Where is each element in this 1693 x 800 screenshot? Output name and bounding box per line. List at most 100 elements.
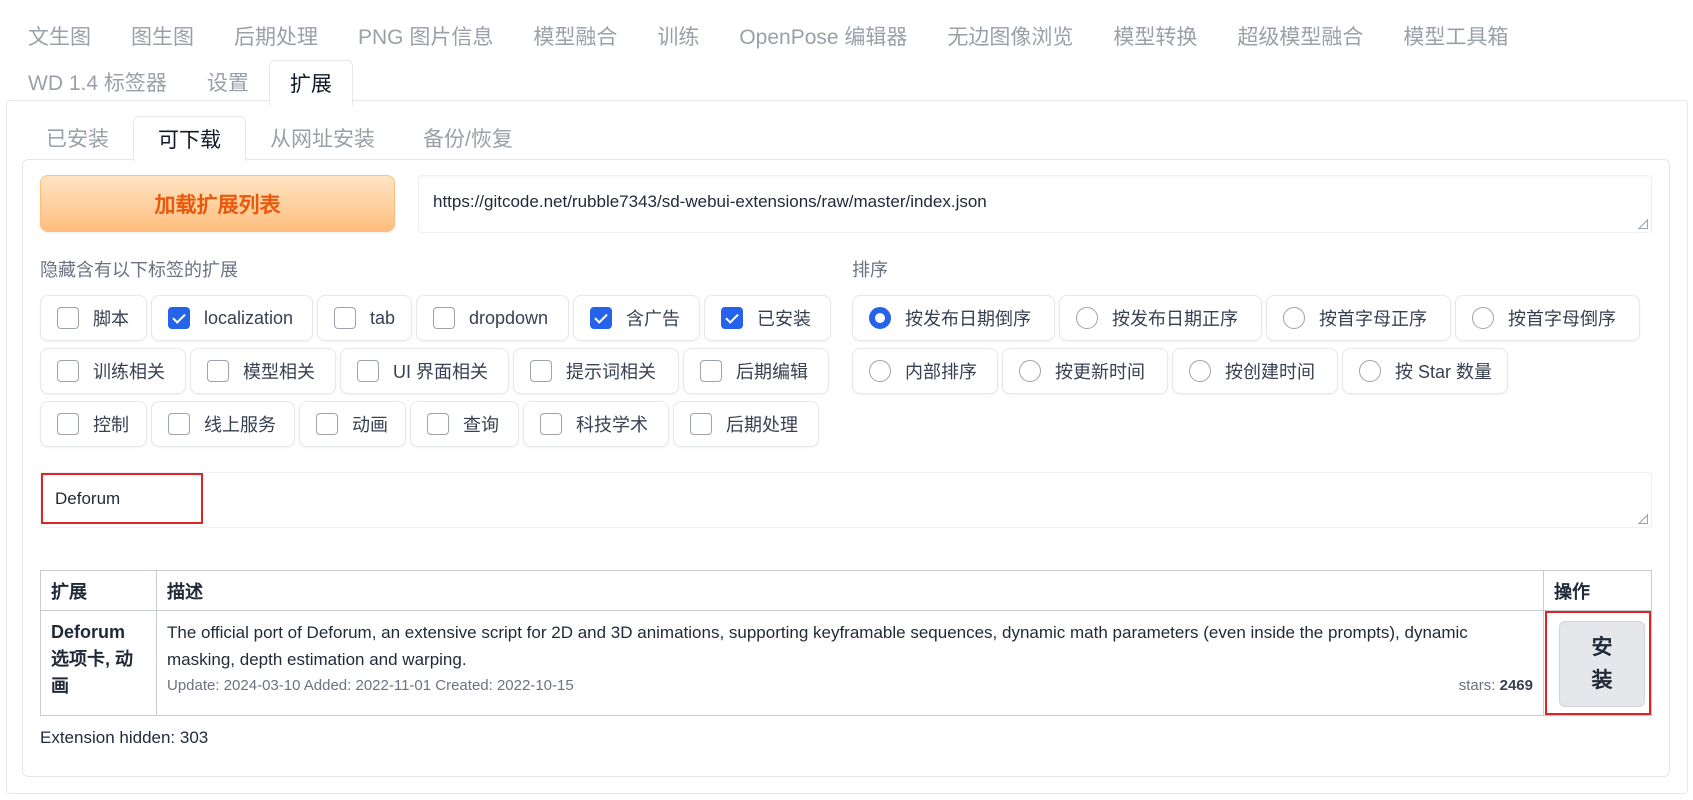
top-tab-row-2: WD 1.4 标签器 设置 扩展: [8, 58, 1688, 106]
sort-row-2: 内部排序 按更新时间 按创建时间 按 Star 数量: [852, 348, 1508, 394]
tag-checkbox-query[interactable]: 查询: [410, 401, 519, 447]
column-header-extension: 扩展: [40, 570, 157, 611]
extension-name-cell: Deforum 选项卡, 动 画: [40, 610, 157, 716]
sort-radio-internal[interactable]: 内部排序: [852, 348, 998, 394]
table-header-row: 扩展 描述 操作: [40, 570, 1652, 611]
extension-description-cell: The official port of Deforum, an extensi…: [156, 610, 1544, 716]
extension-table: 扩展 描述 操作 Deforum 选项卡, 动 画 The official p…: [40, 570, 1652, 716]
extension-tags-cont: 画: [51, 676, 69, 696]
hide-tags-row-1: 脚本 localization tab dropdown 含广告 已安装: [40, 295, 831, 341]
checkbox-icon: [433, 307, 455, 329]
tag-checkbox-animation[interactable]: 动画: [299, 401, 406, 447]
hide-tags-label: 隐藏含有以下标签的扩展: [40, 260, 238, 280]
checkbox-icon: [57, 307, 79, 329]
checkbox-checked-icon: [168, 307, 190, 329]
column-header-description: 描述: [156, 570, 1544, 611]
sort-radio-a-z[interactable]: 按首字母正序: [1266, 295, 1451, 341]
column-header-action: 操作: [1543, 570, 1652, 611]
radio-icon: [1472, 307, 1494, 329]
sort-radio-stars[interactable]: 按 Star 数量: [1342, 348, 1508, 394]
tag-checkbox-models[interactable]: 模型相关: [190, 348, 336, 394]
tab-model-toolkit[interactable]: 模型工具箱: [1383, 14, 1528, 58]
tab-png-info[interactable]: PNG 图片信息: [338, 14, 513, 58]
extension-index-url-input[interactable]: https://gitcode.net/rubble7343/sd-webui-…: [418, 175, 1652, 233]
tab-openpose-editor[interactable]: OpenPose 编辑器: [719, 14, 927, 58]
tag-checkbox-prompting[interactable]: 提示词相关: [513, 348, 679, 394]
tab-txt2img[interactable]: 文生图: [8, 14, 111, 58]
checkbox-icon: [530, 360, 552, 382]
checkbox-icon: [540, 413, 562, 435]
top-tab-row-1: 文生图 图生图 后期处理 PNG 图片信息 模型融合 训练 OpenPose 编…: [8, 14, 1688, 58]
checkbox-icon: [690, 413, 712, 435]
hide-tags-row-3: 控制 线上服务 动画 查询 科技学术 后期处理: [40, 401, 819, 447]
sort-row-1: 按发布日期倒序 按发布日期正序 按首字母正序 按首字母倒序: [852, 295, 1640, 341]
checkbox-checked-icon: [721, 307, 743, 329]
radio-icon: [1076, 307, 1098, 329]
tag-checkbox-tab[interactable]: tab: [317, 295, 412, 341]
radio-icon: [869, 360, 891, 382]
tag-checkbox-installed[interactable]: 已安装: [704, 295, 831, 341]
extension-search-input[interactable]: [40, 472, 1652, 528]
sort-radio-z-a[interactable]: 按首字母倒序: [1455, 295, 1640, 341]
table-row: Deforum 选项卡, 动 画 The official port of De…: [40, 610, 1652, 716]
resize-handle-icon[interactable]: [1638, 219, 1648, 229]
tag-checkbox-localization[interactable]: localization: [151, 295, 313, 341]
top-tab-bar: 文生图 图生图 后期处理 PNG 图片信息 模型融合 训练 OpenPose 编…: [8, 14, 1688, 106]
subtab-installed[interactable]: 已安装: [22, 116, 133, 160]
tag-checkbox-postprocessing[interactable]: 后期处理: [673, 401, 819, 447]
tab-img2img[interactable]: 图生图: [111, 14, 214, 58]
checkbox-icon: [207, 360, 229, 382]
extensions-sub-tab-bar: 已安装 可下载 从网址安装 备份/恢复: [22, 116, 537, 162]
checkbox-icon: [427, 413, 449, 435]
checkbox-icon: [334, 307, 356, 329]
tag-checkbox-training[interactable]: 训练相关: [40, 348, 186, 394]
checkbox-checked-icon: [590, 307, 612, 329]
extension-stars: stars: 2469: [1458, 677, 1533, 694]
tag-checkbox-editing[interactable]: 后期编辑: [683, 348, 829, 394]
sort-radio-update-time[interactable]: 按更新时间: [1002, 348, 1168, 394]
subtab-backup-restore[interactable]: 备份/恢复: [399, 116, 537, 160]
tab-wd14-tagger[interactable]: WD 1.4 标签器: [8, 60, 187, 104]
sort-radio-create-time[interactable]: 按创建时间: [1172, 348, 1338, 394]
extension-name-link[interactable]: Deforum: [51, 619, 146, 646]
sort-radio-oldest-first[interactable]: 按发布日期正序: [1059, 295, 1262, 341]
radio-icon: [1283, 307, 1305, 329]
tab-checkpoint-merger[interactable]: 模型融合: [513, 14, 637, 58]
sort-radio-newest-first[interactable]: 按发布日期倒序: [852, 295, 1055, 341]
extension-action-cell: 安装: [1543, 610, 1652, 716]
subtab-available[interactable]: 可下载: [133, 116, 246, 162]
tab-model-converter[interactable]: 模型转换: [1093, 14, 1217, 58]
sort-label: 排序: [852, 260, 888, 280]
radio-icon: [1019, 360, 1041, 382]
checkbox-icon: [700, 360, 722, 382]
resize-handle-icon[interactable]: [1638, 514, 1648, 524]
tab-train[interactable]: 训练: [637, 14, 719, 58]
tab-supermerger[interactable]: 超级模型融合: [1217, 14, 1383, 58]
tab-settings[interactable]: 设置: [187, 60, 269, 104]
extension-tags: 选项卡, 动: [51, 649, 134, 669]
extension-hidden-count: Extension hidden: 303: [40, 728, 209, 747]
radio-icon: [1359, 360, 1381, 382]
install-highlight-frame: 安装: [1545, 611, 1651, 715]
checkbox-icon: [57, 413, 79, 435]
tag-checkbox-online[interactable]: 线上服务: [151, 401, 295, 447]
tag-checkbox-ads[interactable]: 含广告: [573, 295, 700, 341]
url-value: https://gitcode.net/rubble7343/sd-webui-…: [433, 192, 987, 211]
search-value-highlight[interactable]: Deforum: [41, 473, 203, 524]
tag-checkbox-science[interactable]: 科技学术: [523, 401, 669, 447]
tag-checkbox-dropdown[interactable]: dropdown: [416, 295, 569, 341]
subtab-install-from-url[interactable]: 从网址安装: [246, 116, 399, 160]
checkbox-icon: [168, 413, 190, 435]
tag-checkbox-script[interactable]: 脚本: [40, 295, 147, 341]
tag-checkbox-manipulations[interactable]: 控制: [40, 401, 147, 447]
tag-checkbox-ui-related[interactable]: UI 界面相关: [340, 348, 509, 394]
extension-meta: Update: 2024-03-10 Added: 2022-11-01 Cre…: [167, 677, 1533, 694]
radio-icon: [1189, 360, 1211, 382]
tab-infinite-image-browsing[interactable]: 无边图像浏览: [927, 14, 1093, 58]
checkbox-icon: [57, 360, 79, 382]
install-button[interactable]: 安装: [1559, 621, 1645, 707]
tab-extensions[interactable]: 扩展: [268, 60, 353, 106]
extension-description: The official port of Deforum, an extensi…: [167, 623, 1468, 669]
load-extension-list-button[interactable]: 加载扩展列表: [40, 175, 395, 232]
tab-extras[interactable]: 后期处理: [214, 14, 338, 58]
